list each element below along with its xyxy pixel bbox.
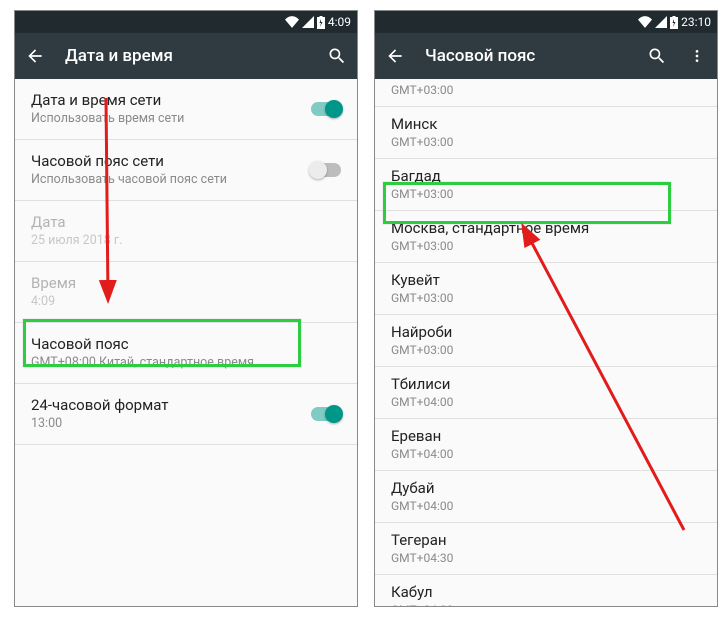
list-item[interactable]: Кабул GMT+04:30 <box>375 575 717 606</box>
list-item-cutoff[interactable]: GMT+03:00 <box>375 79 717 107</box>
row-subtitle: 25 июля 2018 г. <box>31 233 341 248</box>
wifi-icon <box>638 16 652 28</box>
list-item-title: Найроби <box>391 323 701 341</box>
back-icon[interactable] <box>385 46 405 66</box>
row-subtitle: Использовать время сети <box>31 111 341 126</box>
list-item-subtitle: GMT+04:00 <box>391 499 701 513</box>
row-time: Время 4:09 <box>15 262 357 323</box>
list-item[interactable]: Москва, стандартное время GMT+03:00 <box>375 211 717 263</box>
statusbar-time: 23:10 <box>681 15 711 29</box>
row-subtitle: GMT+08:00 Китай, стандартное время <box>31 355 341 370</box>
row-24h-format[interactable]: 24-часовой формат 13:00 <box>15 384 357 445</box>
list-item[interactable]: Минск GMT+03:00 <box>375 107 717 159</box>
list-item[interactable]: Дубай GMT+04:00 <box>375 471 717 523</box>
list-item-subtitle: GMT+03:00 <box>391 187 701 201</box>
statusbar-time: 4:09 <box>328 15 351 29</box>
row-title: Дата и время сети <box>31 91 341 109</box>
list-item[interactable]: Тбилиси GMT+04:00 <box>375 367 717 419</box>
row-title: Часовой пояс <box>31 335 341 353</box>
appbar: Часовой пояс <box>375 33 717 79</box>
list-item-title: Москва, стандартное время <box>391 219 701 237</box>
timezone-list[interactable]: GMT+03:00 МинскGMT+03:00БагдадGMT+03:00М… <box>375 79 717 606</box>
list-item[interactable]: Кувейт GMT+03:00 <box>375 263 717 315</box>
list-item-subtitle: GMT+03:00 <box>391 343 701 357</box>
row-date: Дата 25 июля 2018 г. <box>15 201 357 262</box>
back-icon[interactable] <box>25 46 45 66</box>
phone-settings-datetime: 4:09 Дата и время Дата и время сети Испо… <box>14 10 358 607</box>
appbar-title: Дата и время <box>65 46 173 66</box>
row-subtitle: 13:00 <box>31 416 341 431</box>
row-network-timezone[interactable]: Часовой пояс сети Использовать часовой п… <box>15 140 357 201</box>
battery-icon <box>670 16 678 29</box>
toggle-network-time[interactable] <box>311 102 341 116</box>
statusbar: 23:10 <box>375 11 717 33</box>
row-timezone[interactable]: Часовой пояс GMT+08:00 Китай, стандартно… <box>15 323 357 384</box>
list-item-subtitle: GMT+03:00 <box>391 291 701 305</box>
list-item-subtitle: GMT+03:00 <box>391 135 701 149</box>
toggle-24h[interactable] <box>311 407 341 421</box>
search-icon[interactable] <box>327 46 347 66</box>
list-item-subtitle: GMT+04:00 <box>391 395 701 409</box>
row-title: Дата <box>31 213 341 231</box>
list-item-title: Багдад <box>391 167 701 185</box>
list-item-subtitle: GMT+04:30 <box>391 603 701 606</box>
signal-icon <box>655 16 667 28</box>
list-item-title: Дубай <box>391 479 701 497</box>
list-item-subtitle: GMT+03:00 <box>391 239 701 253</box>
row-title: Время <box>31 274 341 292</box>
search-icon[interactable] <box>647 46 667 66</box>
row-subtitle: 4:09 <box>31 294 341 309</box>
list-item-title: Минск <box>391 115 701 133</box>
statusbar: 4:09 <box>15 11 357 33</box>
list-item-subtitle: GMT+04:30 <box>391 551 701 565</box>
list-item-subtitle: GMT+03:00 <box>391 83 701 97</box>
overflow-icon[interactable] <box>687 46 707 66</box>
list-item-title: Тбилиси <box>391 375 701 393</box>
list-item-title: Тегеран <box>391 531 701 549</box>
signal-icon <box>302 16 314 28</box>
row-title: Часовой пояс сети <box>31 152 341 170</box>
battery-icon <box>317 16 325 29</box>
appbar: Дата и время <box>15 33 357 79</box>
list-item-title: Кувейт <box>391 271 701 289</box>
toggle-network-timezone[interactable] <box>311 163 341 177</box>
row-network-time[interactable]: Дата и время сети Использовать время сет… <box>15 79 357 140</box>
settings-list: Дата и время сети Использовать время сет… <box>15 79 357 606</box>
appbar-title: Часовой пояс <box>425 46 535 66</box>
row-subtitle: Использовать часовой пояс сети <box>31 172 341 187</box>
list-item[interactable]: Тегеран GMT+04:30 <box>375 523 717 575</box>
row-title: 24-часовой формат <box>31 396 341 414</box>
phone-timezone-picker: 23:10 Часовой пояс GMT+03:00 Минск GMT+03… <box>374 10 718 607</box>
list-item[interactable]: Багдад GMT+03:00 <box>375 159 717 211</box>
list-item-subtitle: GMT+04:00 <box>391 447 701 461</box>
list-item[interactable]: Найроби GMT+03:00 <box>375 315 717 367</box>
list-item-title: Кабул <box>391 583 701 601</box>
list-item-title: Ереван <box>391 427 701 445</box>
wifi-icon <box>285 16 299 28</box>
list-item[interactable]: Ереван GMT+04:00 <box>375 419 717 471</box>
